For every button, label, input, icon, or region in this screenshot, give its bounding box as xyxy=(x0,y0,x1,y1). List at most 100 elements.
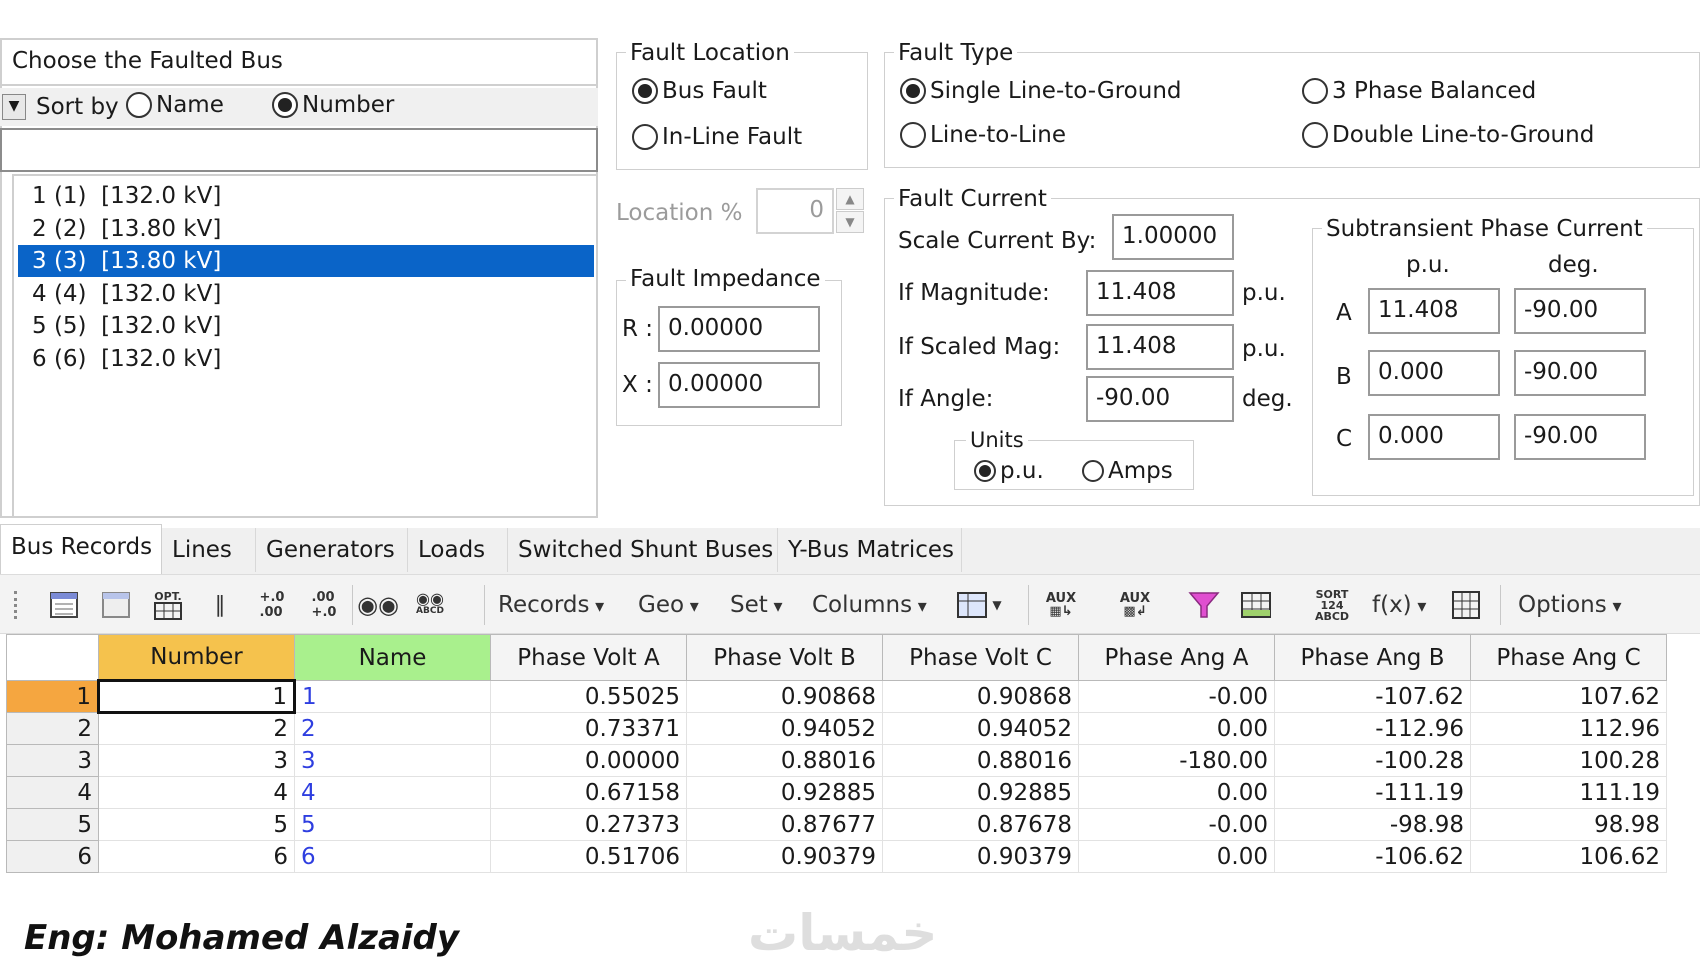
find-binoculars-icon[interactable]: ◉◉ xyxy=(357,589,399,621)
cell-phase-ang-c[interactable]: 112.96 xyxy=(1470,712,1667,745)
cell-number[interactable]: 6 xyxy=(98,840,295,873)
records-menu[interactable]: Records xyxy=(498,587,604,623)
cell-phase-ang-b[interactable]: -100.28 xyxy=(1274,744,1471,777)
column-header-phase-volt-b[interactable]: Phase Volt B xyxy=(686,634,883,681)
bus-list-item[interactable]: 6 (6) [132.0 kV] xyxy=(18,343,594,375)
cell-phase-volt-a[interactable]: 0.00000 xyxy=(490,744,687,777)
cell-phase-volt-c[interactable]: 0.90379 xyxy=(882,840,1079,873)
cell-number[interactable]: 4 xyxy=(98,776,295,809)
bus-list-item[interactable]: 4 (4) [132.0 kV] xyxy=(18,278,594,310)
tab-loads[interactable]: Loads xyxy=(408,528,508,572)
table-row[interactable]: 1 1 1 0.55025 0.90868 0.90868 -0.00 -107.62 107.… xyxy=(6,679,1667,714)
cell-phase-ang-c[interactable]: 111.19 xyxy=(1470,776,1667,809)
cell-phase-ang-b[interactable]: -106.62 xyxy=(1274,840,1471,873)
fx-menu[interactable]: f(x) xyxy=(1372,587,1426,623)
cell-phase-ang-b[interactable]: -112.96 xyxy=(1274,712,1471,745)
single-line-to-ground-radio[interactable]: Single Line-to-Ground xyxy=(900,78,1182,104)
set-menu[interactable]: Set xyxy=(730,587,783,623)
columns-menu[interactable]: Columns xyxy=(812,587,927,623)
cell-phase-ang-a[interactable]: 0.00 xyxy=(1078,840,1275,873)
column-header-phase-ang-a[interactable]: Phase Ang A xyxy=(1078,634,1275,681)
cell-number[interactable]: 3 xyxy=(98,744,295,777)
row-header[interactable]: 2 xyxy=(6,712,99,745)
cell-phase-volt-b[interactable]: 0.88016 xyxy=(686,744,883,777)
cell-phase-volt-a[interactable]: 0.55025 xyxy=(490,680,687,713)
cell-phase-ang-c[interactable]: 106.62 xyxy=(1470,840,1667,873)
tab-lines[interactable]: Lines xyxy=(162,528,256,572)
aux-export-icon[interactable]: AUX ▦↳ xyxy=(1036,589,1086,621)
double-line-to-ground-radio[interactable]: Double Line-to-Ground xyxy=(1302,122,1594,148)
cell-phase-ang-c[interactable]: 100.28 xyxy=(1470,744,1667,777)
tab-y-bus-matrices[interactable]: Y-Bus Matrices xyxy=(778,528,962,572)
options-grid-icon[interactable]: OPT. xyxy=(152,589,184,621)
cell-phase-volt-a[interactable]: 0.51706 xyxy=(490,840,687,873)
table-view-icon[interactable] xyxy=(48,589,80,621)
cell-name[interactable]: 5 xyxy=(294,808,491,841)
column-header-phase-ang-c[interactable]: Phase Ang C xyxy=(1470,634,1667,681)
cell-phase-ang-c[interactable]: 98.98 xyxy=(1470,808,1667,841)
row-header[interactable]: 6 xyxy=(6,840,99,873)
sort-by-number-radio[interactable]: Number xyxy=(272,92,394,118)
cell-phase-volt-c[interactable]: 0.94052 xyxy=(882,712,1079,745)
column-header-phase-ang-b[interactable]: Phase Ang B xyxy=(1274,634,1471,681)
cell-name[interactable]: 4 xyxy=(294,776,491,809)
cell-phase-ang-b[interactable]: -111.19 xyxy=(1274,776,1471,809)
highlight-grid-icon[interactable] xyxy=(1240,589,1272,621)
tab-switched-shunt-buses[interactable]: Switched Shunt Buses xyxy=(508,528,778,572)
cell-name[interactable]: 6 xyxy=(294,840,491,873)
cell-phase-ang-a[interactable]: -0.00 xyxy=(1078,808,1275,841)
row-header[interactable]: 4 xyxy=(6,776,99,809)
table-row[interactable]: 5 5 5 0.27373 0.87677 0.87678 -0.00 -98.98 98.98 xyxy=(6,808,1667,841)
cell-phase-volt-c[interactable]: 0.87678 xyxy=(882,808,1079,841)
column-width-icon[interactable]: ∥ xyxy=(204,589,236,621)
options-menu[interactable]: Options xyxy=(1518,587,1622,623)
grid-lines-icon[interactable] xyxy=(1450,589,1482,621)
cell-phase-volt-b[interactable]: 0.94052 xyxy=(686,712,883,745)
cell-phase-volt-c[interactable]: 0.92885 xyxy=(882,776,1079,809)
cell-name[interactable]: 1 xyxy=(294,680,491,713)
cell-phase-ang-a[interactable]: -0.00 xyxy=(1078,680,1275,713)
bus-list-item[interactable]: 3 (3) [13.80 kV] xyxy=(18,245,594,277)
units-amps-radio[interactable]: Amps xyxy=(1082,458,1173,484)
location-spin-up-icon[interactable]: ▲ xyxy=(836,188,864,210)
row-header[interactable]: 5 xyxy=(6,808,99,841)
cell-phase-volt-c[interactable]: 0.90868 xyxy=(882,680,1079,713)
cell-phase-ang-a[interactable]: 0.00 xyxy=(1078,776,1275,809)
bus-list-item[interactable]: 5 (5) [132.0 kV] xyxy=(18,310,594,342)
three-phase-balanced-radio[interactable]: 3 Phase Balanced xyxy=(1302,78,1536,104)
location-percent-input[interactable]: 0 xyxy=(756,188,834,234)
sort-dropdown-toggle[interactable]: ▼ xyxy=(2,94,26,120)
table-row[interactable]: 2 2 2 0.73371 0.94052 0.94052 0.00 -112.96 112.9… xyxy=(6,712,1667,745)
scale-current-input[interactable]: 1.00000 xyxy=(1112,214,1234,260)
tab-bus-records[interactable]: Bus Records xyxy=(0,524,162,574)
cell-name[interactable]: 3 xyxy=(294,744,491,777)
r-input[interactable]: 0.00000 xyxy=(658,306,820,352)
table-row[interactable]: 3 3 3 0.00000 0.88016 0.88016 -180.00 -100.28 10… xyxy=(6,744,1667,777)
bus-list-item[interactable]: 2 (2) [13.80 kV] xyxy=(18,213,594,245)
cell-phase-ang-b[interactable]: -107.62 xyxy=(1274,680,1471,713)
location-spin-down-icon[interactable]: ▼ xyxy=(836,211,864,233)
tab-generators[interactable]: Generators xyxy=(256,528,408,572)
cell-phase-volt-b[interactable]: 0.90379 xyxy=(686,840,883,873)
decrease-decimals-icon[interactable]: .00 +.0 xyxy=(308,589,340,621)
cell-phase-volt-a[interactable]: 0.73371 xyxy=(490,712,687,745)
line-to-line-radio[interactable]: Line-to-Line xyxy=(900,122,1066,148)
geo-menu[interactable]: Geo xyxy=(638,587,699,623)
row-header[interactable]: 1 xyxy=(6,680,99,713)
find-abcd-icon[interactable]: ◉◉ ABCD xyxy=(414,589,446,621)
bus-filter-input[interactable] xyxy=(0,128,598,172)
cell-phase-ang-c[interactable]: 107.62 xyxy=(1470,680,1667,713)
cell-number[interactable]: 5 xyxy=(98,808,295,841)
table-row[interactable]: 6 6 6 0.51706 0.90379 0.90379 0.00 -106.62 106.6… xyxy=(6,840,1667,873)
filter-icon[interactable] xyxy=(1188,589,1220,621)
cell-phase-volt-b[interactable]: 0.92885 xyxy=(686,776,883,809)
aux-import-icon[interactable]: AUX ▩↲ xyxy=(1110,589,1160,621)
cell-phase-volt-c[interactable]: 0.88016 xyxy=(882,744,1079,777)
cell-phase-ang-a[interactable]: -180.00 xyxy=(1078,744,1275,777)
cell-number[interactable]: 1 xyxy=(97,679,296,714)
in-line-fault-radio[interactable]: In-Line Fault xyxy=(632,124,802,150)
blank-form-icon[interactable] xyxy=(100,589,132,621)
cell-phase-ang-b[interactable]: -98.98 xyxy=(1274,808,1471,841)
table-row[interactable]: 4 4 4 0.67158 0.92885 0.92885 0.00 -111.19 111.1… xyxy=(6,776,1667,809)
increase-decimals-icon[interactable]: +.0.00 xyxy=(256,589,288,621)
